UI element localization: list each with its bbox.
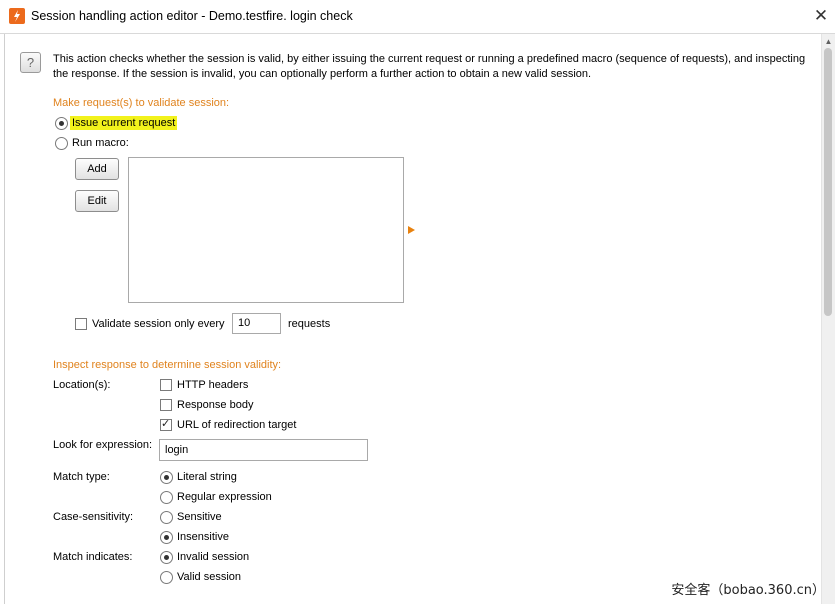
- macro-list[interactable]: [128, 157, 404, 303]
- highlighted-label: Issue current request: [70, 116, 178, 130]
- redirect-url-label[interactable]: URL of redirection target: [177, 419, 296, 431]
- regular-expression-radio[interactable]: [160, 491, 173, 504]
- case-sensitivity-label: Case-sensitivity:: [53, 511, 134, 523]
- http-headers-checkbox[interactable]: [160, 379, 172, 391]
- expression-input[interactable]: [159, 439, 368, 461]
- issue-current-request-radio[interactable]: [55, 117, 68, 130]
- response-body-label[interactable]: Response body: [177, 399, 253, 411]
- add-macro-button[interactable]: Add: [75, 158, 119, 180]
- match-indicates-label: Match indicates:: [53, 551, 133, 563]
- sensitive-radio[interactable]: [160, 511, 173, 524]
- action-description: This action checks whether the session i…: [53, 53, 806, 80]
- redirect-url-checkbox[interactable]: [160, 417, 172, 431]
- scroll-up-arrow-icon[interactable]: ▲: [822, 36, 835, 48]
- validate-every-checkbox[interactable]: [75, 318, 87, 330]
- issue-current-request-label[interactable]: Issue current request: [70, 116, 178, 130]
- literal-string-label[interactable]: Literal string: [177, 471, 237, 483]
- expression-label: Look for expression:: [53, 439, 153, 451]
- watermark: 安全客（bobao.360.cn）: [671, 583, 825, 598]
- requests-suffix-label: requests: [288, 318, 331, 330]
- window-title: Session handling action editor - Demo.te…: [31, 9, 353, 23]
- close-icon[interactable]: ✕: [807, 0, 835, 33]
- validate-every-label: Validate session only every: [92, 318, 225, 330]
- request-section-heading: Make request(s) to validate session:: [53, 97, 230, 109]
- sensitive-label[interactable]: Sensitive: [177, 511, 222, 523]
- literal-string-radio[interactable]: [160, 471, 173, 484]
- http-headers-label[interactable]: HTTP headers: [177, 379, 248, 391]
- vertical-scrollbar[interactable]: ▲: [821, 34, 835, 604]
- burp-app-icon: [9, 8, 25, 24]
- insensitive-label[interactable]: Insensitive: [177, 531, 229, 543]
- response-body-checkbox[interactable]: [160, 399, 172, 411]
- expand-arrow-icon[interactable]: [408, 226, 415, 234]
- insensitive-radio[interactable]: [160, 531, 173, 544]
- help-icon[interactable]: ?: [20, 52, 41, 73]
- edit-macro-button[interactable]: Edit: [75, 190, 119, 212]
- run-macro-radio[interactable]: [55, 137, 68, 150]
- invalid-session-radio[interactable]: [160, 551, 173, 564]
- inspect-section-heading: Inspect response to determine session va…: [53, 359, 282, 371]
- locations-label: Location(s):: [53, 379, 111, 391]
- scroll-thumb[interactable]: [824, 48, 832, 316]
- invalid-session-label[interactable]: Invalid session: [177, 551, 249, 563]
- validate-every-input[interactable]: [232, 313, 281, 334]
- run-macro-label[interactable]: Run macro:: [72, 137, 129, 149]
- valid-session-label[interactable]: Valid session: [177, 571, 241, 583]
- valid-session-radio[interactable]: [160, 571, 173, 584]
- match-type-label: Match type:: [53, 471, 110, 483]
- title-bar: Session handling action editor - Demo.te…: [0, 0, 835, 34]
- regular-expression-label[interactable]: Regular expression: [177, 491, 272, 503]
